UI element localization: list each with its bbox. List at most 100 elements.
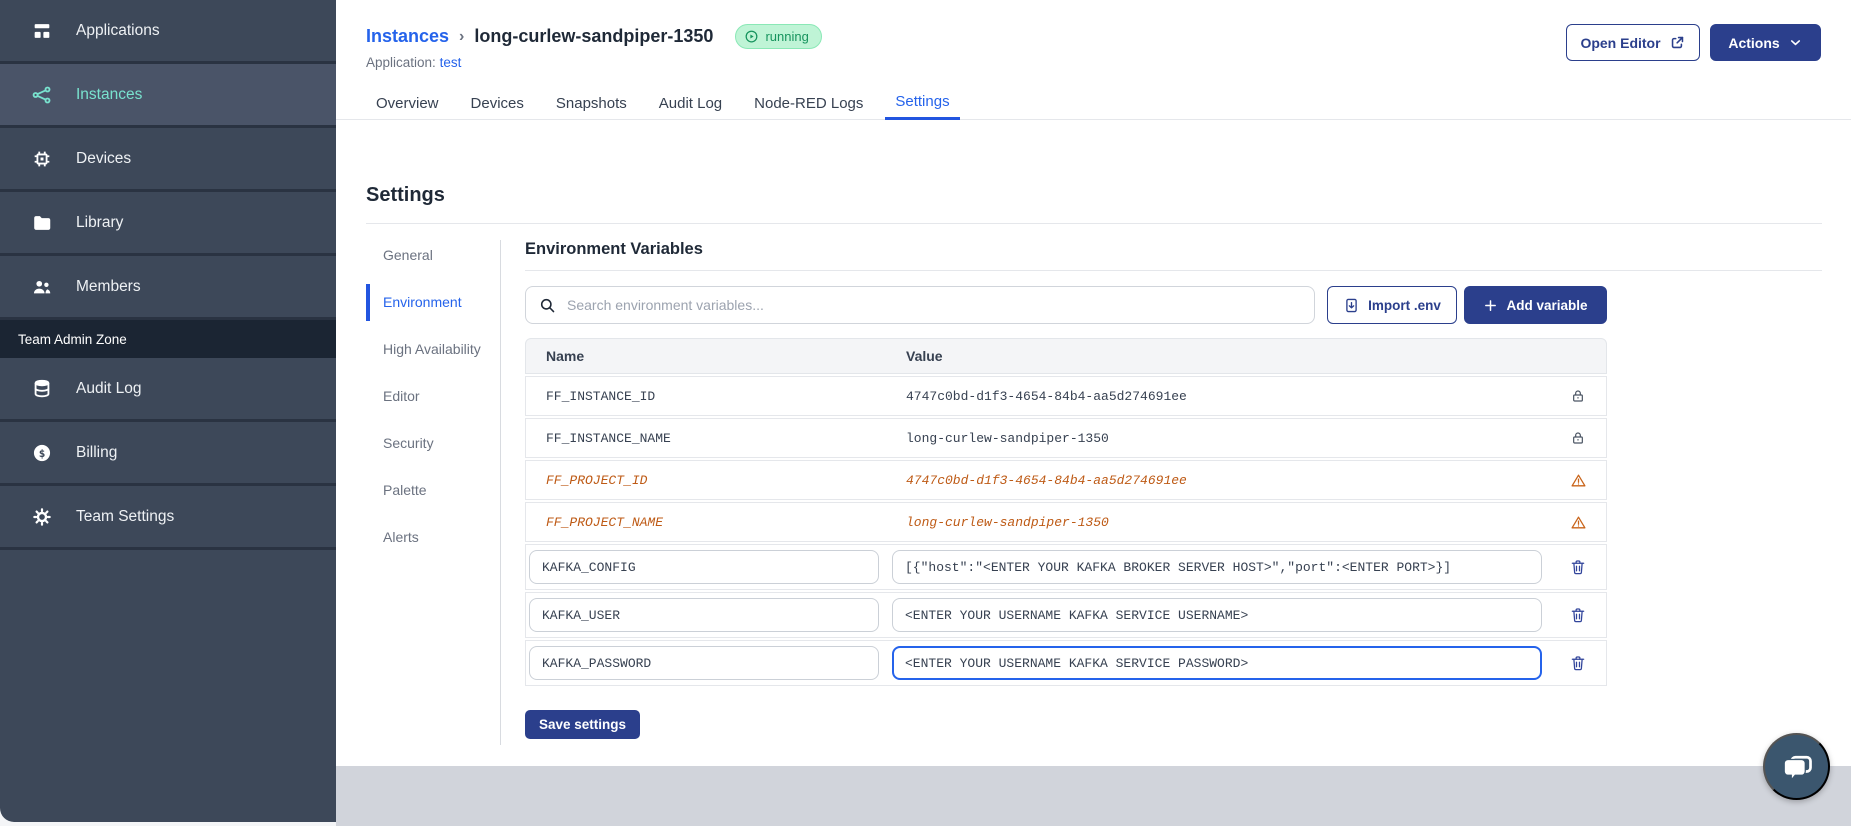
subnav-editor[interactable]: Editor <box>383 387 486 406</box>
audit-log-icon <box>30 377 54 401</box>
add-variable-button[interactable]: Add variable <box>1464 286 1607 324</box>
open-editor-button[interactable]: Open Editor <box>1566 24 1700 61</box>
app-root: Applications Instances Devices Library M… <box>0 0 1851 826</box>
external-link-icon <box>1671 36 1683 49</box>
subnav-security[interactable]: Security <box>383 434 486 453</box>
warning-icon <box>1570 474 1586 486</box>
status-badge: running <box>735 24 822 49</box>
save-settings-button[interactable]: Save settings <box>525 710 641 739</box>
import-env-button[interactable]: Import .env <box>1327 286 1457 324</box>
environment-variables-table: Name Value FF_INSTANCE_ID 4747c0bd-d1f3-… <box>525 338 1607 686</box>
actions-button[interactable]: Actions <box>1710 24 1821 61</box>
search-box <box>525 286 1315 324</box>
subnav-general[interactable]: General <box>383 246 486 265</box>
sidebar-item-label: Members <box>76 277 141 295</box>
sidebar-item-label: Instances <box>76 85 143 103</box>
chat-bubbles-icon <box>1783 755 1812 782</box>
import-env-label: Import .env <box>1368 297 1441 313</box>
tab-snapshots[interactable]: Snapshots <box>546 86 637 120</box>
sidebar-item-applications[interactable]: Applications <box>0 0 336 64</box>
environment-divider <box>525 270 1822 271</box>
sidebar-item-label: Billing <box>76 443 118 461</box>
status-badge-label: running <box>765 29 809 44</box>
settings-page-title: Settings <box>366 184 445 206</box>
library-icon <box>30 211 54 235</box>
tab-settings[interactable]: Settings <box>885 86 960 120</box>
table-row <box>525 544 1607 590</box>
column-header-value: Value <box>906 348 943 364</box>
environment-variables-title: Environment Variables <box>525 240 703 258</box>
env-var-name: FF_PROJECT_NAME <box>546 514 664 530</box>
delete-variable-button[interactable] <box>1569 654 1587 672</box>
applications-icon <box>30 19 54 43</box>
page-bottom-strip <box>336 766 1851 826</box>
sidebar-item-team-settings[interactable]: Team Settings <box>0 486 336 550</box>
env-var-value-input[interactable] <box>892 646 1542 680</box>
chevron-down-icon <box>1790 40 1800 46</box>
sidebar-item-billing[interactable]: $ Billing <box>0 422 336 486</box>
table-row: FF_INSTANCE_ID 4747c0bd-d1f3-4654-84b4-a… <box>525 376 1607 416</box>
delete-variable-button[interactable] <box>1569 606 1587 624</box>
env-var-name: FF_INSTANCE_NAME <box>546 430 671 446</box>
env-var-name-input[interactable] <box>529 646 879 680</box>
sidebar-item-label: Applications <box>76 21 160 39</box>
sidebar-item-members[interactable]: Members <box>0 256 336 320</box>
tab-node-red-logs[interactable]: Node-RED Logs <box>744 86 873 120</box>
sidebar-item-devices[interactable]: Devices <box>0 128 336 192</box>
sidebar-item-label: Devices <box>76 149 132 167</box>
warning-icon <box>1570 516 1586 528</box>
breadcrumb-instances-link[interactable]: Instances <box>366 26 449 47</box>
table-row <box>525 592 1607 638</box>
env-var-value-input[interactable] <box>892 598 1542 632</box>
sidebar-item-label: Library <box>76 213 124 231</box>
application-link[interactable]: test <box>440 55 462 70</box>
tab-devices[interactable]: Devices <box>461 86 534 120</box>
lock-icon <box>1573 390 1583 402</box>
members-icon <box>30 275 54 299</box>
play-circle-icon <box>746 30 758 43</box>
team-settings-icon <box>30 505 54 529</box>
table-header: Name Value <box>525 338 1607 374</box>
lock-icon <box>1573 432 1583 444</box>
settings-subnav: General Environment High Availability Ed… <box>366 246 486 575</box>
env-var-value-input[interactable] <box>892 550 1542 584</box>
env-var-name-input[interactable] <box>529 550 879 584</box>
subnav-environment[interactable]: Environment <box>366 284 486 321</box>
add-variable-label: Add variable <box>1506 297 1588 313</box>
sidebar-item-label: Audit Log <box>76 379 142 397</box>
search-input[interactable] <box>567 297 1302 313</box>
sidebar-section-team-admin-zone: Team Admin Zone <box>0 320 336 358</box>
breadcrumb: Instances › long-curlew-sandpiper-1350 r… <box>366 24 822 49</box>
tab-audit-log[interactable]: Audit Log <box>649 86 732 120</box>
subnav-palette[interactable]: Palette <box>383 481 486 500</box>
chat-widget-button[interactable] <box>1763 733 1830 800</box>
sidebar-item-label: Team Settings <box>76 507 175 525</box>
tab-overview[interactable]: Overview <box>366 86 449 120</box>
application-label: Application: <box>366 55 436 70</box>
billing-icon: $ <box>30 441 54 465</box>
settings-divider <box>366 223 1822 224</box>
env-var-name-input[interactable] <box>529 598 879 632</box>
document-download-icon <box>1346 298 1357 312</box>
column-header-name: Name <box>546 348 585 364</box>
env-var-name: FF_PROJECT_ID <box>546 472 648 488</box>
subnav-divider <box>500 240 501 745</box>
main-content: Instances › long-curlew-sandpiper-1350 r… <box>336 0 1851 766</box>
sidebar-item-library[interactable]: Library <box>0 192 336 256</box>
trash-icon <box>1571 656 1585 671</box>
trash-icon <box>1571 560 1585 575</box>
sidebar-item-instances[interactable]: Instances <box>0 64 336 128</box>
instances-icon <box>30 83 54 107</box>
delete-variable-button[interactable] <box>1569 558 1587 576</box>
subnav-alerts[interactable]: Alerts <box>383 528 486 547</box>
plus-icon <box>1485 299 1497 311</box>
subnav-high-availability[interactable]: High Availability <box>383 340 486 359</box>
open-editor-label: Open Editor <box>1580 34 1661 51</box>
sidebar-item-audit-log[interactable]: Audit Log <box>0 358 336 422</box>
env-var-value: long-curlew-sandpiper-1350 <box>906 430 1109 446</box>
sidebar: Applications Instances Devices Library M… <box>0 0 336 822</box>
breadcrumb-separator: › <box>459 27 465 45</box>
table-row: FF_PROJECT_NAME long-curlew-sandpiper-13… <box>525 502 1607 542</box>
instance-tabs: Overview Devices Snapshots Audit Log Nod… <box>336 86 1851 120</box>
env-var-name: FF_INSTANCE_ID <box>546 388 656 404</box>
